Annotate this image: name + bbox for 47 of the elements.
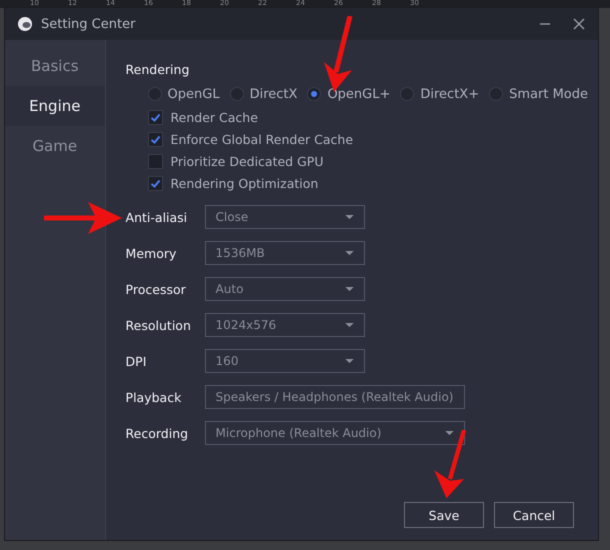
window-title: Setting Center bbox=[41, 16, 136, 32]
caret-icon bbox=[344, 250, 354, 256]
setting-label: Recording bbox=[126, 426, 190, 440]
sidebar-tab[interactable]: Game bbox=[5, 126, 105, 166]
checkbox[interactable] bbox=[148, 176, 163, 190]
checkbox-label: Enforce Global Render Cache bbox=[170, 132, 354, 146]
save-button[interactable]: Save bbox=[404, 502, 484, 528]
cancel-button[interactable]: Cancel bbox=[494, 502, 574, 528]
caret-icon bbox=[444, 430, 454, 436]
checkbox[interactable] bbox=[148, 132, 163, 146]
dropdown[interactable]: Close bbox=[204, 205, 365, 229]
section-title: Rendering bbox=[126, 62, 190, 79]
radio-label: Smart Mode bbox=[509, 86, 588, 102]
radio-button[interactable] bbox=[307, 87, 322, 101]
radio-button[interactable] bbox=[400, 87, 414, 101]
radio-button[interactable] bbox=[230, 87, 244, 101]
setting-label: Anti-aliasi bbox=[126, 210, 188, 224]
app-logo-icon bbox=[17, 16, 33, 32]
radio-label: DirectX+ bbox=[420, 86, 480, 102]
setting-label: Playback bbox=[126, 390, 182, 404]
dropdown[interactable]: 160 bbox=[204, 349, 365, 373]
caret-icon bbox=[344, 358, 354, 364]
radio-label: OpenGL bbox=[168, 86, 220, 102]
close-icon[interactable] bbox=[572, 17, 586, 31]
caret-icon bbox=[344, 286, 354, 292]
sidebar-tab[interactable]: Engine bbox=[5, 86, 105, 126]
setting-label: DPI bbox=[126, 354, 148, 368]
checkbox-label: Prioritize Dedicated GPU bbox=[170, 154, 324, 168]
checkbox-label: Rendering Optimization bbox=[170, 176, 318, 190]
checkbox-label: Render Cache bbox=[170, 110, 258, 124]
setting-label: Processor bbox=[126, 282, 187, 296]
setting-label: Resolution bbox=[126, 318, 192, 332]
radio-label: DirectX bbox=[250, 86, 298, 102]
radio-button[interactable] bbox=[148, 87, 162, 101]
checkbox[interactable] bbox=[148, 110, 163, 124]
caret-icon bbox=[344, 322, 354, 328]
radio-button[interactable] bbox=[489, 87, 504, 101]
dropdown[interactable]: 1536MB bbox=[204, 241, 365, 265]
sidebar-tab[interactable]: Basics bbox=[5, 46, 105, 86]
radio-label: OpenGL+ bbox=[327, 86, 390, 102]
dropdown[interactable]: Speakers / Headphones (Realtek Audio) bbox=[204, 385, 465, 409]
setting-label: Memory bbox=[126, 246, 178, 260]
checkbox[interactable] bbox=[148, 154, 163, 168]
dropdown[interactable]: Microphone (Realtek Audio) bbox=[204, 421, 465, 445]
dropdown[interactable]: 1024x576 bbox=[204, 313, 365, 337]
dropdown[interactable]: Auto bbox=[204, 277, 365, 301]
caret-icon bbox=[344, 214, 354, 220]
